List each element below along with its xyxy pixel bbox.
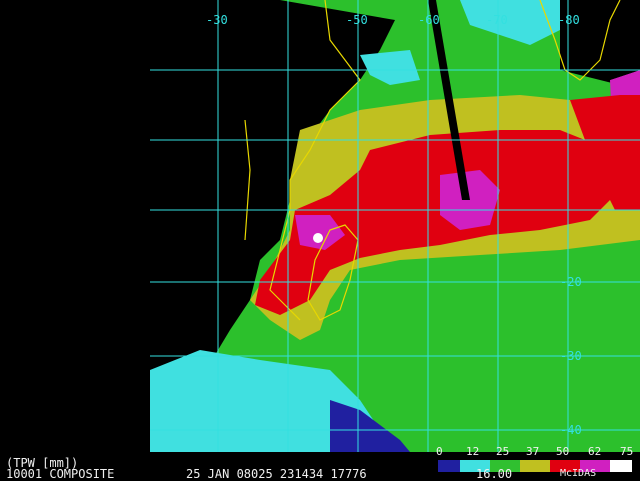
- lon-label-70: -70: [486, 13, 508, 27]
- lat-label-20: -20: [560, 275, 582, 289]
- tpw-white-max: [313, 233, 323, 243]
- lon-label-80: -80: [558, 13, 580, 27]
- key-label-75: 75: [620, 445, 634, 458]
- footer-product: 10001 COMPOSITE: [6, 467, 115, 481]
- key-label-62: 62: [588, 445, 602, 458]
- mcidas-credit: McIDAS: [560, 468, 597, 479]
- key-label-25: 25: [496, 445, 510, 458]
- footer-date: 25 JAN 08025 231434 17776: [186, 467, 367, 481]
- lat-label-40: -40: [560, 423, 582, 437]
- key-label-50: 50: [556, 445, 570, 458]
- key-swatch-0: [438, 460, 460, 472]
- key-swatch-37: [520, 460, 550, 472]
- tpw-map: [0, 0, 640, 452]
- lon-label-30: -30: [206, 13, 228, 27]
- key-label-0: 0: [436, 445, 443, 458]
- key-swatch-75: [610, 460, 632, 472]
- lon-label-60: -60: [418, 13, 440, 27]
- lat-label-30: -30: [560, 349, 582, 363]
- key-label-12: 12: [466, 445, 480, 458]
- scale-value: 16.00: [476, 467, 513, 481]
- key-label-37: 37: [526, 445, 540, 458]
- lon-label-50: -50: [346, 13, 368, 27]
- satellite-map-panel: -30 -50 -60 -70 -80 -20 -30 -40 0 12 25 …: [0, 0, 640, 480]
